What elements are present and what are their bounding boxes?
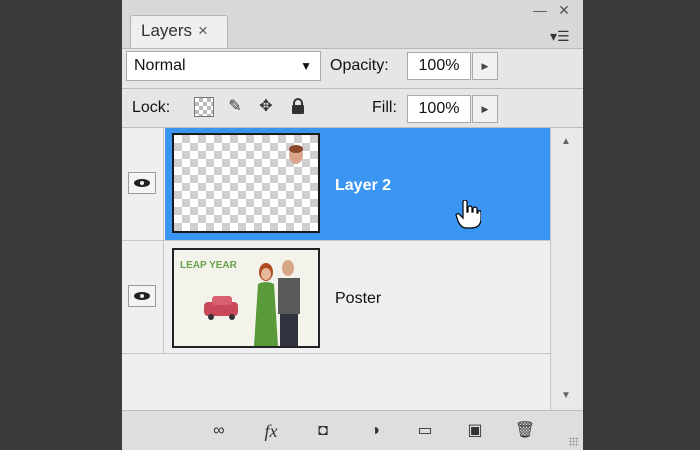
layer-row-layer-2[interactable]: Layer 2 (122, 128, 550, 241)
scroll-down-icon[interactable]: ▼ (561, 390, 571, 401)
layer-row-poster[interactable]: LEAP YEAR Poster (122, 241, 550, 354)
hand-cursor-icon (455, 200, 481, 229)
visibility-cell (122, 128, 164, 240)
padlock-icon (292, 98, 304, 114)
blend-mode-select[interactable]: Normal ▼ (126, 51, 321, 81)
background-right (583, 0, 700, 450)
tab-layers-label: Layers (141, 21, 193, 40)
layer-list-scrollbar[interactable]: ▲ ▼ (550, 128, 583, 410)
trash-icon[interactable]: 🗑 (512, 419, 538, 443)
head-fragment-image (289, 145, 303, 164)
close-panel-button[interactable]: ✕ (556, 2, 572, 18)
opacity-slider-button[interactable]: ▶ (472, 52, 498, 80)
panel-header: — ✕ Layers × ▾☰ (122, 0, 583, 49)
lock-move-icon[interactable]: ✥ (256, 97, 276, 117)
chevron-down-icon: ▼ (300, 59, 312, 73)
layer-thumbnail (172, 133, 320, 233)
blend-mode-value: Normal (134, 57, 186, 74)
panel-menu-icon[interactable]: ▾☰ (550, 28, 570, 45)
layer-thumbnail: LEAP YEAR (172, 248, 320, 348)
layers-panel: — ✕ Layers × ▾☰ Normal ▼ Opacity: 100% ▶ … (122, 0, 583, 450)
scroll-up-icon[interactable]: ▲ (561, 136, 571, 147)
background-left (0, 0, 122, 450)
lock-all-icon[interactable] (288, 97, 308, 117)
layers-toolbar: ∞ fx ◘ ◑ ▭ ▣ 🗑 (122, 410, 583, 450)
tab-layers[interactable]: Layers × (130, 15, 228, 48)
new-layer-icon[interactable]: ▣ (462, 419, 488, 443)
fill-slider-button[interactable]: ▶ (472, 95, 498, 123)
layer-name[interactable]: Layer 2 (335, 177, 391, 195)
layer-name[interactable]: Poster (335, 290, 381, 308)
adjustment-layer-icon[interactable]: ◑ (362, 419, 388, 443)
fill-input[interactable]: 100% (407, 95, 471, 123)
layer-list: Layer 2 LEAP YEAR Poster (122, 128, 550, 410)
lock-label: Lock: (132, 99, 171, 116)
opacity-label: Opacity: (330, 57, 389, 74)
poster-image: LEAP YEAR (174, 250, 318, 346)
resize-grip[interactable] (569, 437, 579, 447)
visibility-cell (122, 241, 164, 353)
divider (122, 88, 583, 89)
lock-transparency-icon[interactable] (194, 97, 214, 117)
lock-paint-icon[interactable]: ✎ (225, 97, 245, 117)
poster-logo: LEAP YEAR (180, 260, 238, 271)
tab-close-icon[interactable]: × (198, 21, 208, 40)
eye-icon[interactable] (128, 172, 156, 194)
fx-icon[interactable]: fx (258, 419, 284, 443)
opacity-input[interactable]: 100% (407, 52, 471, 80)
link-layers-icon[interactable]: ∞ (206, 419, 232, 443)
minimize-button[interactable]: — (532, 2, 548, 18)
fill-label: Fill: (372, 99, 397, 116)
eye-icon[interactable] (128, 285, 156, 307)
folder-icon[interactable]: ▭ (412, 419, 438, 443)
add-mask-icon[interactable]: ◘ (310, 419, 336, 443)
